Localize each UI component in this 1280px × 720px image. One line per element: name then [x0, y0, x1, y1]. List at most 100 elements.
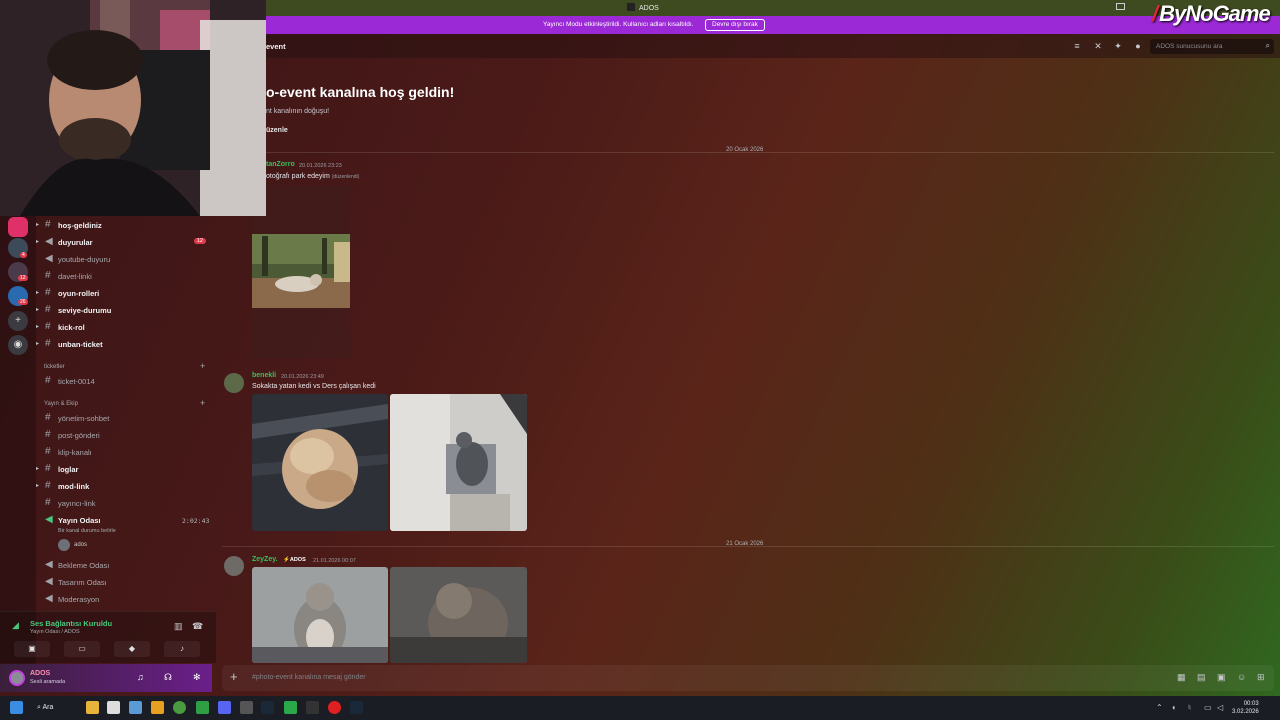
announcement-icon: ◀	[45, 236, 53, 247]
gift-icon[interactable]: ▦	[1177, 672, 1186, 683]
server-search[interactable]: ADOS sunucusunu ara ⌕	[1150, 39, 1274, 54]
mute-icon[interactable]: ✕	[1093, 41, 1103, 51]
screen-share-button[interactable]: ▭	[64, 641, 100, 657]
app-icon[interactable]	[240, 701, 253, 714]
add-server-icon[interactable]: +	[8, 311, 28, 331]
channel-item[interactable]: ▸ # oyun-rolleri	[36, 286, 214, 301]
sticker-icon[interactable]: ▣	[1217, 672, 1226, 683]
tray-icon[interactable]: ◐	[1172, 703, 1177, 712]
microphone-icon[interactable]: ♫	[137, 672, 144, 682]
channel-item[interactable]: # davet-linki	[36, 269, 214, 284]
message-author[interactable]: benekli	[252, 372, 276, 379]
app-icon[interactable]	[328, 701, 341, 714]
steam-icon[interactable]	[350, 701, 363, 714]
add-channel-icon[interactable]: +	[200, 398, 205, 408]
avatar[interactable]	[224, 373, 244, 393]
apps-icon[interactable]: ⊞	[1257, 672, 1265, 683]
photo-attachment[interactable]	[252, 186, 350, 358]
discord-icon[interactable]	[218, 701, 231, 714]
tray-chevron-icon[interactable]: ⌃	[1156, 703, 1163, 712]
channel-label: ticket-0014	[58, 377, 95, 386]
app-icon[interactable]	[129, 701, 142, 714]
channel-item[interactable]: # ticket-0014	[36, 374, 214, 389]
category-yayin[interactable]: Yayın & Ekip	[44, 401, 78, 407]
voice-status[interactable]: Bir kanal durumu belirle	[58, 528, 116, 534]
channel-item[interactable]: ▸ # mod-link	[36, 479, 214, 494]
app-icon[interactable]	[306, 701, 319, 714]
chrome-icon[interactable]	[173, 701, 186, 714]
steam-icon[interactable]	[261, 701, 274, 714]
photo-attachment[interactable]	[252, 567, 388, 663]
edit-channel-link[interactable]: üzenle	[266, 127, 288, 134]
add-attachment-icon[interactable]: +	[230, 669, 238, 684]
avatar[interactable]	[224, 556, 244, 576]
channel-item[interactable]: ▸ # hoş-geldiniz	[36, 218, 214, 233]
network-icon[interactable]: ▭	[1204, 703, 1212, 712]
channel-item[interactable]: ▸ # loglar	[36, 462, 214, 477]
video-off-button[interactable]: ▣	[14, 641, 50, 657]
expand-arrow-icon: ▸	[36, 307, 40, 313]
channel-item[interactable]: # klip-kanalı	[36, 445, 214, 460]
file-explorer-icon[interactable]	[86, 701, 99, 714]
taskbar-search[interactable]: ⌕ Ara	[37, 700, 77, 716]
explore-icon[interactable]: ◉	[8, 335, 28, 355]
inbox-icon[interactable]	[1116, 3, 1125, 10]
channel-label: klip-kanalı	[58, 448, 92, 457]
connection-title[interactable]: Ses Bağlantısı Kuruldu	[30, 619, 112, 628]
headphones-icon[interactable]: ☊	[164, 672, 172, 683]
add-channel-icon[interactable]: +	[200, 361, 205, 371]
message-author[interactable]: tanZorro	[266, 161, 295, 168]
hash-icon: #	[45, 446, 51, 457]
photo-attachment[interactable]	[390, 567, 527, 663]
brand-watermark: /ByNoGame	[1152, 1, 1271, 27]
avatar[interactable]	[9, 670, 25, 686]
taskbar-clock[interactable]: 00:03 3.02.2026	[1232, 700, 1259, 716]
volume-icon[interactable]: ◁	[1217, 703, 1223, 712]
channel-item[interactable]: # yayıncı-link	[36, 496, 214, 511]
microphone-icon[interactable]: ♮	[1188, 703, 1191, 712]
photo-attachment[interactable]	[390, 394, 527, 531]
windows-start-icon[interactable]	[10, 701, 23, 714]
noise-suppression-icon[interactable]: ▥	[174, 621, 183, 632]
category-tickets[interactable]: ticketler	[44, 364, 65, 370]
channel-item[interactable]: ▸ ◀ duyurular 12	[36, 235, 214, 250]
expand-arrow-icon: ▸	[36, 324, 40, 330]
channel-item[interactable]: # yönetim-sohbet	[36, 411, 214, 426]
channel-item[interactable]: ▸ # unban-ticket	[36, 337, 214, 352]
emoji-icon[interactable]: ☺	[1237, 672, 1246, 682]
gif-icon[interactable]: ▤	[1197, 672, 1206, 683]
connection-subtitle: Yayın Odası / ADOS	[30, 629, 80, 635]
app-icon[interactable]	[107, 701, 120, 714]
app-icon[interactable]	[151, 701, 164, 714]
channel-item[interactable]: # post-gönderi	[36, 428, 214, 443]
disable-streamer-mode-button[interactable]: Devre dışı bırak	[705, 19, 765, 31]
message-composer[interactable]: + #photo-event kanalına mesaj gönder	[222, 665, 1274, 691]
disconnect-icon[interactable]: ☎	[192, 621, 203, 632]
server-badge: 12	[18, 275, 28, 281]
cat-photo-park	[252, 234, 350, 308]
edited-tag: (düzenlendi)	[331, 174, 360, 180]
channel-label: kick-rol	[58, 323, 85, 332]
voice-channel[interactable]: ◀ Tasarım Odası	[36, 575, 214, 590]
expand-arrow-icon: ▸	[36, 466, 40, 472]
message-author[interactable]: ZeyZey.	[252, 556, 278, 563]
voice-channel[interactable]: ◀ Moderasyon	[36, 592, 214, 607]
soundboard-button[interactable]: ♪	[164, 641, 200, 657]
voice-channel[interactable]: ◀ Bekleme Odası	[36, 558, 214, 573]
activities-button[interactable]: ◆	[114, 641, 150, 657]
xbox-icon[interactable]	[196, 701, 209, 714]
threads-icon[interactable]: ≡	[1072, 41, 1082, 51]
channel-item[interactable]: ◀ youtube-duyuru	[36, 252, 214, 267]
hash-icon: #	[45, 480, 51, 491]
members-icon[interactable]: ●	[1133, 41, 1143, 51]
photo-attachment[interactable]	[252, 394, 388, 531]
settings-gear-icon[interactable]: ✻	[193, 672, 201, 683]
pin-icon[interactable]: ✦	[1113, 41, 1123, 51]
channel-item[interactable]: ▸ # kick-rol	[36, 320, 214, 335]
app-icon[interactable]	[284, 701, 297, 714]
hash-icon: #	[45, 497, 51, 508]
message-text: otoğrafı park edeyim (düzenlendi)	[266, 173, 359, 180]
server-icon-ados[interactable]	[8, 217, 28, 237]
hash-icon: #	[45, 429, 51, 440]
channel-item[interactable]: ▸ # seviye-durumu	[36, 303, 214, 318]
